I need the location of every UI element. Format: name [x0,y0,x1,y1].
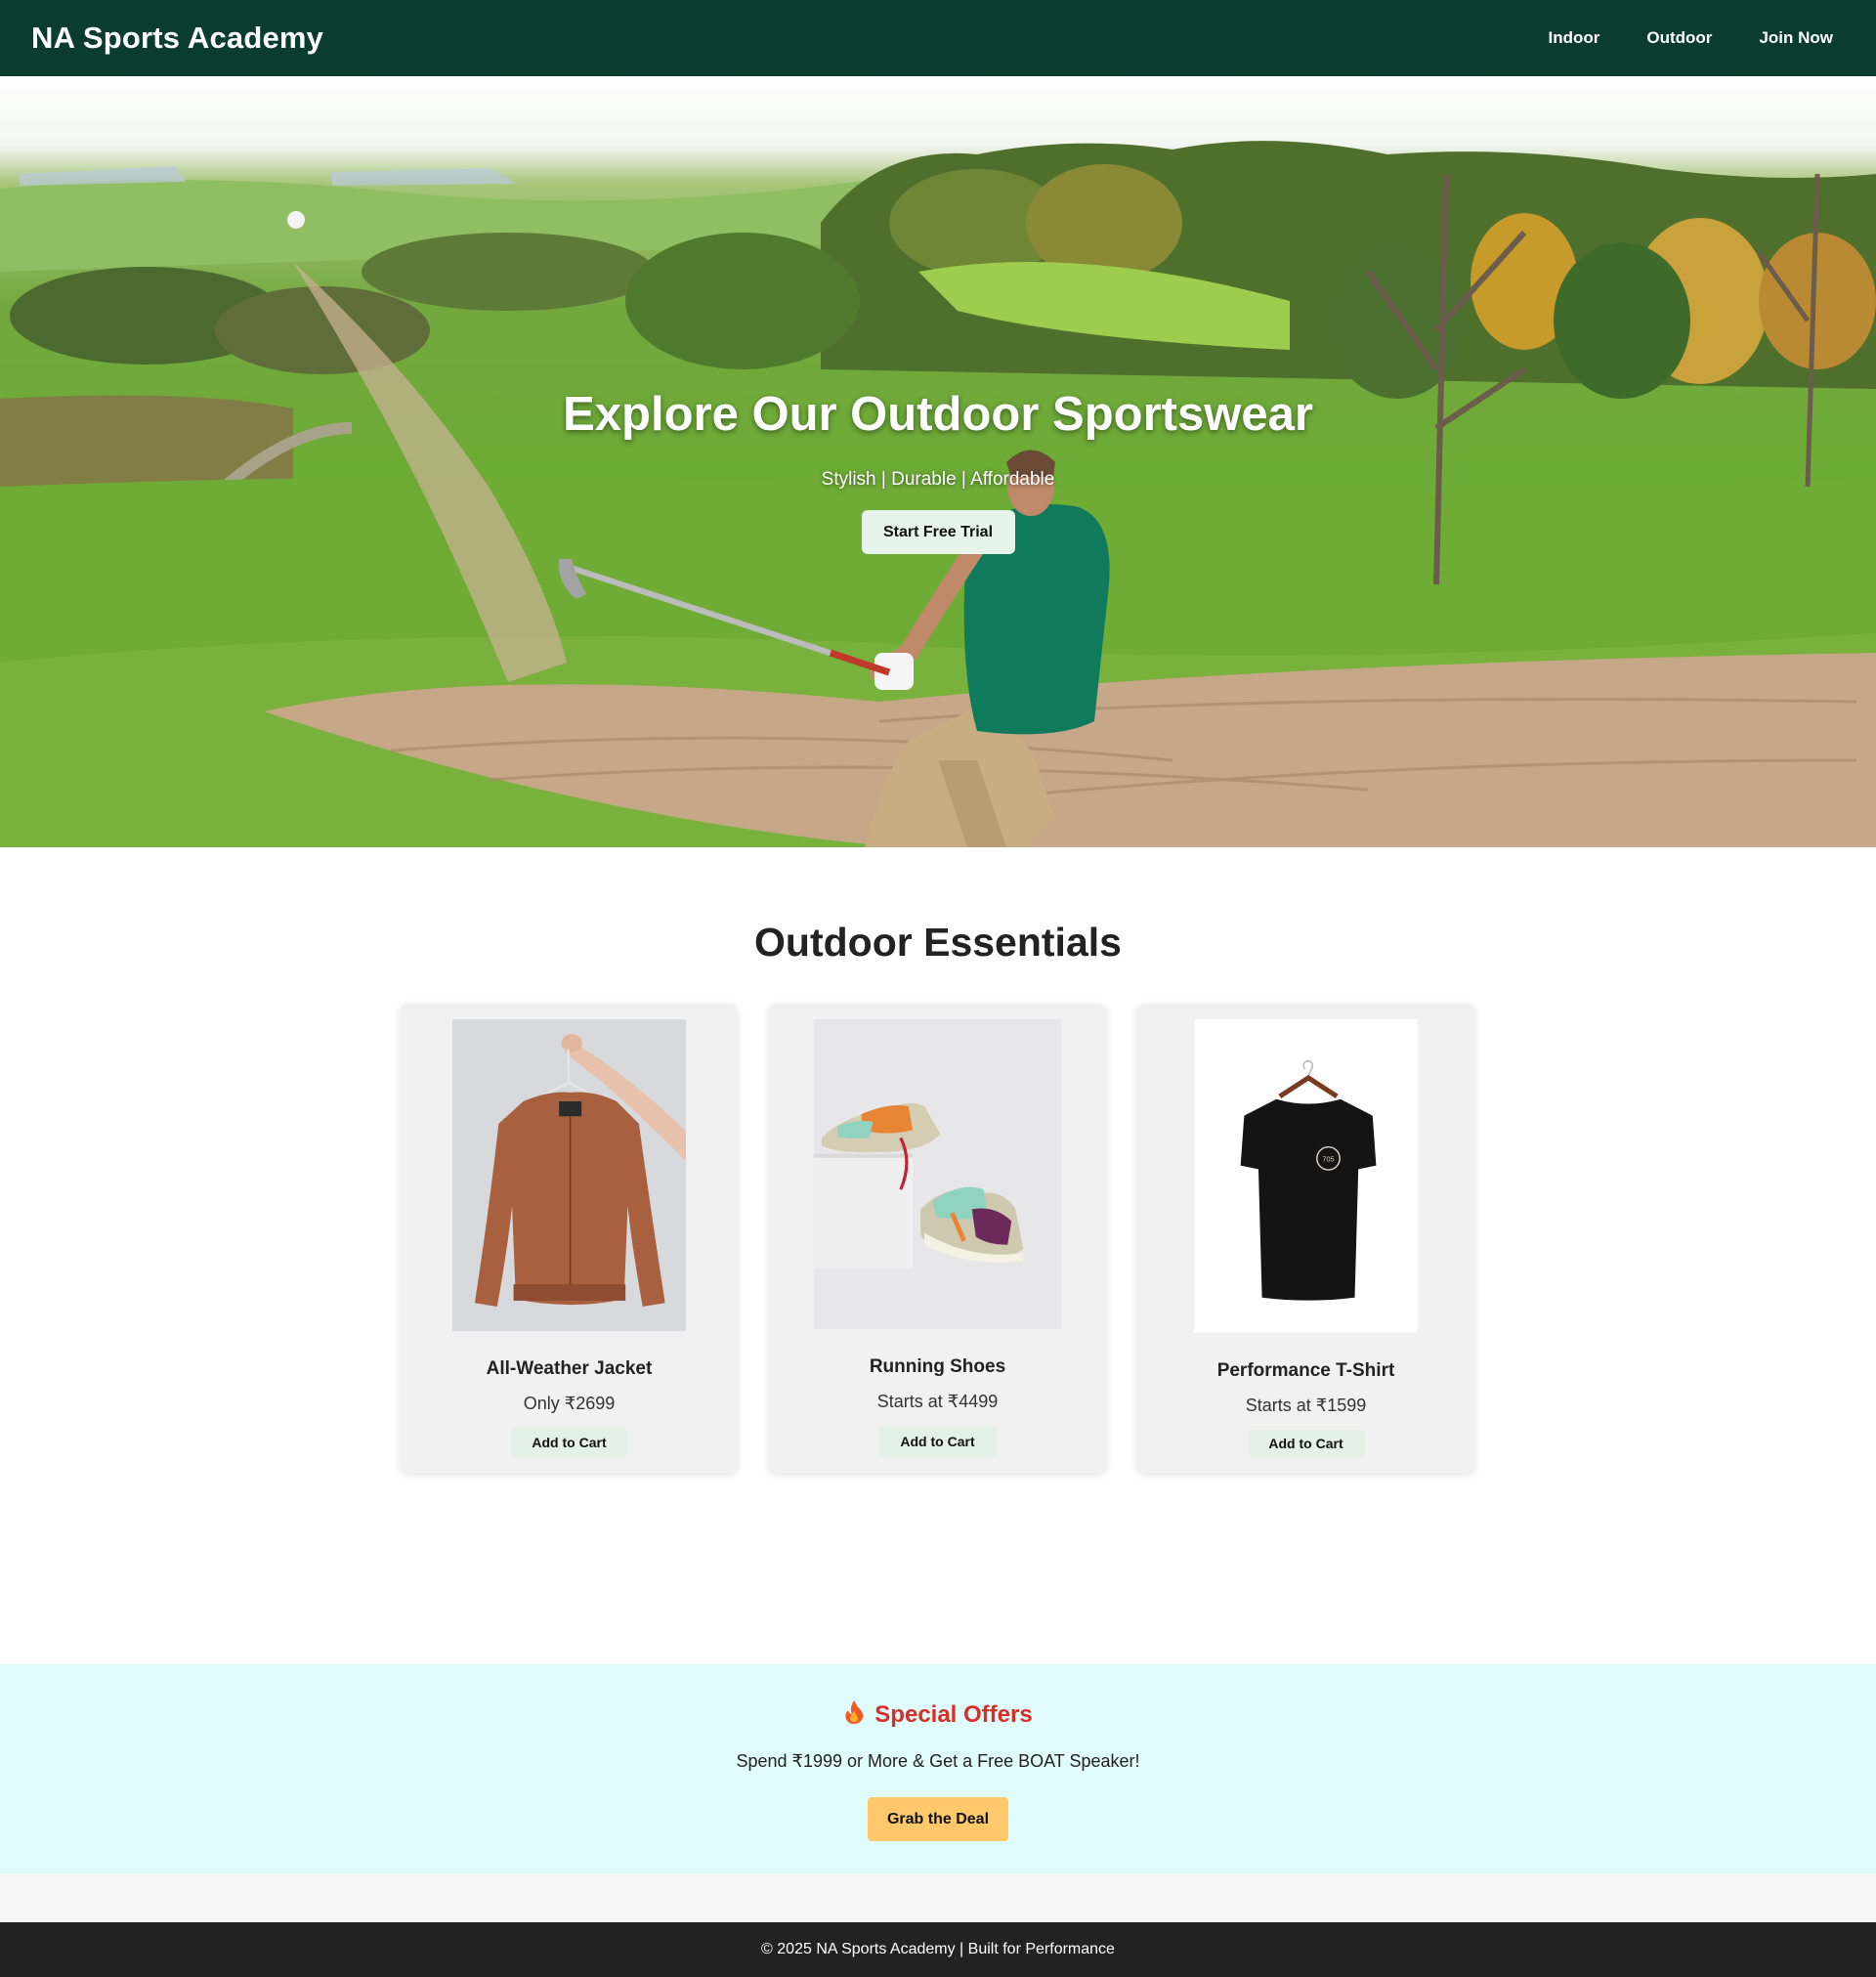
nav-links: Indoor Outdoor Join Now [1549,28,1846,48]
add-to-cart-button[interactable]: Add to Cart [510,1428,628,1457]
offers-text: Spend ₹1999 or More & Get a Free BOAT Sp… [736,1751,1140,1771]
product-name: All-Weather Jacket [486,1358,653,1380]
outdoor-essentials-section: Outdoor Essentials All-Weather Jacket On… [0,847,1876,1664]
hero-title: Explore Our Outdoor Sportswear [563,388,1313,441]
add-to-cart-button[interactable]: Add to Cart [1247,1429,1365,1457]
product-card-tshirt: 705 Performance T-Shirt Starts at ₹1599 … [1137,1004,1474,1473]
special-offers-section: Special Offers Spend ₹1999 or More & Get… [0,1664,1876,1873]
footer-text: © 2025 NA Sports Academy | Built for Per… [761,1941,1115,1957]
product-name: Performance T-Shirt [1216,1359,1395,1381]
nav-link-outdoor[interactable]: Outdoor [1646,28,1712,48]
product-card-shoes: Running Shoes Starts at ₹4499 Add to Car… [769,1004,1106,1473]
nav-link-join-now[interactable]: Join Now [1759,28,1833,48]
footer: © 2025 NA Sports Academy | Built for Per… [0,1922,1876,1977]
grab-the-deal-button[interactable]: Grab the Deal [868,1797,1008,1841]
nav-link-indoor[interactable]: Indoor [1549,28,1600,48]
section-title: Outdoor Essentials [754,920,1122,965]
offers-title: Special Offers [874,1700,1033,1728]
navbar: NA Sports Academy Indoor Outdoor Join No… [0,0,1876,76]
brand-logo-text[interactable]: NA Sports Academy [31,21,323,56]
svg-text:705: 705 [1322,1154,1334,1163]
hero-content: Explore Our Outdoor Sportswear Stylish |… [0,76,1876,847]
add-to-cart-button[interactable]: Add to Cart [878,1426,997,1457]
offers-heading: Special Offers [843,1699,1033,1730]
product-price: Only ₹2699 [523,1394,616,1414]
shoes-product-image[interactable] [785,1019,1090,1330]
hero-section: Explore Our Outdoor Sportswear Stylish |… [0,76,1876,847]
jacket-product-image[interactable] [416,1019,722,1332]
tshirt-product-image[interactable]: 705 [1153,1019,1459,1333]
product-price: Starts at ₹4499 [876,1392,999,1412]
product-price: Starts at ₹1599 [1245,1395,1367,1415]
start-free-trial-button[interactable]: Start Free Trial [861,510,1015,554]
fire-icon [843,1699,865,1730]
product-card-jacket: All-Weather Jacket Only ₹2699 Add to Car… [401,1004,738,1473]
hero-subtitle: Stylish | Durable | Affordable [821,469,1055,490]
product-name: Running Shoes [869,1356,1006,1378]
